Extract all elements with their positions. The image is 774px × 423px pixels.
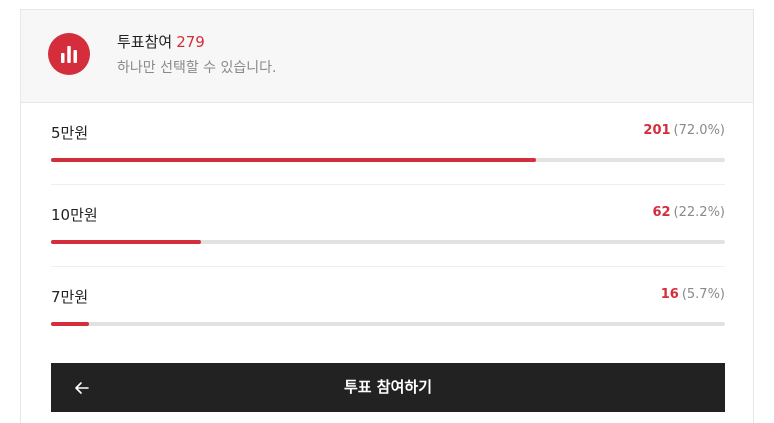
option-bar-track	[51, 158, 725, 162]
option-stat: 201 (72.0%)	[643, 121, 725, 141]
poll-option[interactable]: 7만원 16 (5.7%)	[51, 267, 725, 349]
option-bar-fill	[51, 158, 537, 162]
poll-chart-icon	[48, 33, 90, 75]
poll-option[interactable]: 5만원 201 (72.0%)	[51, 103, 725, 185]
poll-header: 투표참여 279 하나만 선택할 수 있습니다.	[21, 10, 753, 103]
option-stat: 16 (5.7%)	[661, 285, 725, 305]
option-stat: 62 (22.2%)	[652, 203, 725, 223]
poll-option[interactable]: 10만원 62 (22.2%)	[51, 185, 725, 267]
option-label: 5만원	[51, 124, 89, 142]
poll-title-line: 투표참여 279	[117, 32, 205, 52]
option-bar-track	[51, 322, 725, 326]
option-percent: (22.2%)	[673, 205, 725, 220]
option-label: 7만원	[51, 288, 89, 306]
option-percent: (5.7%)	[681, 287, 725, 302]
participant-count: 279	[176, 33, 205, 51]
option-bar-fill	[51, 322, 90, 326]
poll-title: 투표참여	[117, 33, 173, 51]
option-votes: 16	[660, 287, 679, 302]
poll-card: 투표참여 279 하나만 선택할 수 있습니다. 5만원 201 (72.0%) 1…	[20, 9, 754, 423]
submit-vote-button[interactable]: 투표 참여하기	[51, 363, 725, 412]
option-bar-track	[51, 240, 725, 244]
option-votes: 62	[652, 205, 671, 220]
option-label: 10만원	[51, 206, 98, 224]
option-bar-fill	[51, 240, 201, 244]
poll-subtitle: 하나만 선택할 수 있습니다.	[117, 60, 277, 76]
submit-vote-label: 투표 참여하기	[343, 378, 433, 396]
option-percent: (72.0%)	[673, 123, 725, 138]
option-votes: 201	[643, 123, 671, 138]
